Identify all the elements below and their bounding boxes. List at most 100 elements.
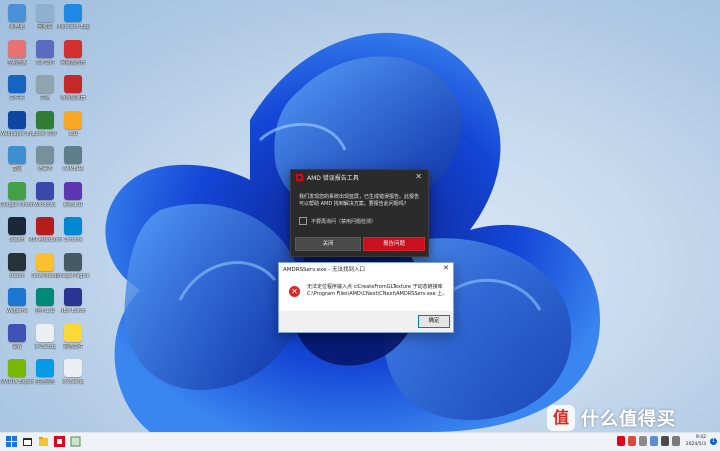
desktop-icon[interactable]: 文档 [30, 75, 60, 101]
desktop-icon[interactable]: Microsoft Edge [56, 4, 90, 30]
desktop-icon[interactable]: Chrome [58, 217, 88, 243]
desktop-icon-label: ImageMagick [56, 272, 90, 279]
error-dialog-footer: 确定 [279, 311, 453, 332]
desktop-icon[interactable]: 系统工具 [58, 181, 88, 208]
desktop-icon-glyph [8, 110, 26, 129]
desktop-icon-glyph [36, 181, 54, 200]
desktop-icon-glyph [64, 252, 82, 271]
clock-time: 9:42 [695, 435, 706, 440]
notification-badge[interactable]: 1 [710, 438, 717, 445]
error-message: 无法定位程序输入点 clCreateFromGLTexture 于动态链接库 C… [307, 284, 448, 297]
file-explorer-icon[interactable] [38, 436, 49, 447]
error-dialog-titlebar[interactable]: AMDRSServ.exe - 无法找到入口 ✕ [279, 263, 453, 274]
desktop-icon[interactable]: PDF文件 [30, 39, 60, 66]
desktop-icon[interactable]: steam [2, 252, 32, 279]
desktop-icon[interactable]: NVIDIA Experience [0, 359, 34, 385]
entry-point-error-dialog: AMDRSServ.exe - 无法找到入口 ✕ ✕ 无法定位程序输入点 clC… [278, 262, 454, 333]
desktop-icon[interactable]: ImageMagick [56, 252, 90, 279]
desktop-icon-glyph [8, 181, 26, 200]
site-watermark: 值 什么值得买 [547, 405, 676, 431]
desktop-icon-label: Windows [33, 201, 57, 208]
desktop-icon-label: 网易云音乐 [60, 59, 86, 66]
error-close-icon[interactable]: ✕ [439, 263, 453, 274]
amd-tray-icon[interactable] [617, 436, 625, 446]
desktop-icon-glyph [8, 39, 26, 58]
ok-button[interactable]: 确定 [418, 315, 450, 328]
amd-dont-ask-option[interactable]: 不要再询问（禁用问题检测） [299, 217, 376, 225]
desktop-icon-label: 性能监控 [34, 379, 55, 385]
desktop-icon[interactable]: Excel 文件 [30, 110, 60, 137]
desktop-icon[interactable]: 网易云音乐 [58, 39, 88, 66]
dont-ask-checkbox[interactable] [299, 217, 307, 225]
desktop-icon-label: Microsoft Edge [56, 24, 90, 30]
amd-dialog-message: 我们发现您的系统出现蓝屏，已生成错误报告。此报告可以帮助 AMD 找到解决方案。… [299, 194, 420, 207]
desktop-icon-label: Excel 文件 [32, 130, 58, 137]
desktop-icon[interactable]: 工具 [58, 110, 88, 137]
desktop-icon-glyph [8, 252, 26, 271]
amd-close-icon[interactable]: ✕ [415, 172, 422, 181]
error-dialog-body: ✕ 无法定位程序输入点 clCreateFromGLTexture 于动态链接库… [279, 274, 453, 311]
desktop-icon-label: CAMERA [62, 166, 84, 172]
desktop-icon[interactable]: 游戏加速器 [58, 75, 88, 101]
desktop-icon[interactable]: Google Chrome [0, 181, 34, 208]
desktop-icon-glyph [36, 39, 54, 58]
desktop-icon[interactable]: Wallpaper Engine [0, 110, 34, 137]
desktop-icon[interactable]: drvSetup [30, 323, 60, 350]
desktop-icon[interactable]: 控制面板 [2, 39, 32, 66]
amd-dialog-titlebar[interactable]: AMD 错误报告工具 ✕ [291, 170, 428, 185]
security-tray-icon[interactable] [628, 436, 636, 446]
desktop-icon-label: HEX Editor [59, 308, 87, 314]
desktop-icon[interactable]: Windows [30, 181, 60, 208]
desktop-icon-glyph [8, 75, 26, 93]
desktop-icon[interactable]: 文件夹 [2, 75, 32, 101]
desktop-icon-label: NVIDIA Experience [0, 379, 34, 385]
app-tray-icon[interactable] [639, 436, 647, 446]
task-icon[interactable] [70, 436, 81, 447]
desktop-icon[interactable]: 性能监控 [30, 359, 60, 385]
desktop-icon-label: 设置 [11, 343, 22, 350]
desktop-icon-glyph [36, 252, 54, 271]
desktop-icon-label: Wallpaper Engine [0, 130, 34, 137]
desktop-icon-glyph [36, 217, 54, 235]
desktop-icon-label: 驱动文件 [62, 343, 83, 350]
network-icon[interactable] [650, 436, 658, 446]
search-icon[interactable] [22, 436, 33, 447]
desktop-icon[interactable]: 截图 [2, 146, 32, 172]
desktop-icon[interactable]: Wegame [2, 288, 32, 314]
desktop-icon[interactable]: MSI Afterburner [28, 217, 62, 243]
display-tray-icon[interactable] [672, 436, 680, 446]
amd-app-icon[interactable] [54, 436, 65, 447]
desktop-icon-glyph [8, 359, 26, 377]
desktop-icon-label: MSI Afterburner [28, 237, 62, 243]
clock[interactable]: 9:42 2024/5/3 [686, 434, 706, 448]
volume-icon[interactable] [661, 436, 669, 446]
desktop-icon[interactable]: 此电脑 [2, 4, 32, 30]
desktop-icon[interactable]: drvSetup [58, 359, 88, 385]
desktop-icon[interactable]: 记事本 [30, 146, 60, 172]
desktop-icon-glyph [64, 75, 82, 93]
desktop-icon-glyph [64, 217, 82, 235]
desktop-icon-glyph [64, 359, 82, 377]
desktop-icon-label: Steam [8, 237, 26, 243]
desktop-icon-label: 记事本 [37, 166, 53, 172]
desktop-icon-label: drvSetup [61, 379, 85, 385]
desktop-icon-glyph [36, 110, 54, 129]
desktop-icon[interactable]: HEX Editor [58, 288, 88, 314]
desktop-icon[interactable]: 设置 [2, 323, 32, 350]
amd-close-button[interactable]: 关闭 [295, 237, 361, 251]
desktop-icon[interactable]: CAMERA [58, 146, 88, 172]
start-icon[interactable] [6, 436, 17, 447]
desktop-icon[interactable]: 显卡工具 [30, 288, 60, 314]
desktop-icon-glyph [36, 288, 54, 306]
desktop-icon[interactable]: 驱动文件 [58, 323, 88, 350]
watermark-logo: 值 [547, 405, 575, 431]
desktop-icon-label: drvSetup [33, 343, 57, 350]
desktop-icon-label: 显卡工具 [34, 308, 55, 314]
taskbar: 9:42 2024/5/3 1 [0, 432, 720, 451]
desktop-icon-label: 回收站 [37, 24, 53, 30]
clock-date: 2024/5/3 [685, 442, 706, 447]
desktop-icon-label: 文档 [39, 95, 50, 101]
desktop-icon-glyph [64, 146, 82, 164]
error-icon: ✕ [289, 286, 300, 297]
amd-report-button[interactable]: 报告问题 [363, 237, 425, 251]
